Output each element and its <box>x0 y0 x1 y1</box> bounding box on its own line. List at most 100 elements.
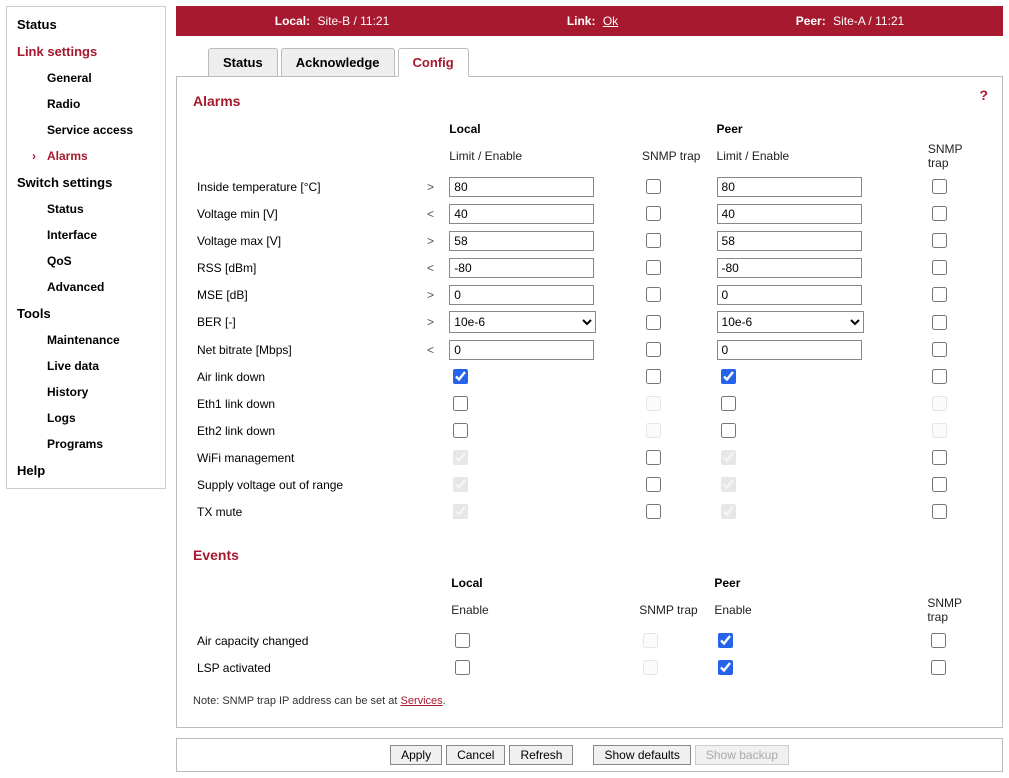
alarm-peer-snmp <box>932 423 947 438</box>
alarm-peer-input[interactable] <box>717 204 862 224</box>
tab[interactable]: Status <box>208 48 278 76</box>
alarm-peer-snmp[interactable] <box>932 342 947 357</box>
alarm-peer-snmp[interactable] <box>932 450 947 465</box>
sidebar-item[interactable]: Logs <box>7 405 165 431</box>
sidebar-item[interactable]: Alarms <box>7 143 165 169</box>
event-peer-snmp[interactable] <box>931 633 946 648</box>
sidebar-item[interactable]: General <box>7 65 165 91</box>
alarm-peer-input[interactable] <box>717 340 862 360</box>
alarm-local-input[interactable] <box>449 204 594 224</box>
sidebar-section[interactable]: Link settings <box>7 38 165 65</box>
alarm-local-snmp[interactable] <box>646 504 661 519</box>
alarm-label: Voltage min [V] <box>193 200 423 227</box>
alarm-peer-snmp <box>932 396 947 411</box>
alarm-peer-input[interactable] <box>717 258 862 278</box>
sidebar-item[interactable]: Advanced <box>7 274 165 300</box>
alarm-local-snmp[interactable] <box>646 450 661 465</box>
alarm-peer-snmp[interactable] <box>932 260 947 275</box>
alarm-label: WiFi management <box>193 444 423 471</box>
sidebar-item[interactable]: Programs <box>7 431 165 457</box>
alarm-peer-enable[interactable] <box>721 396 736 411</box>
alarm-label: Eth1 link down <box>193 390 423 417</box>
help-icon[interactable]: ? <box>979 87 988 103</box>
topbar-link-value[interactable]: Ok <box>603 14 618 28</box>
sidebar-section[interactable]: Help <box>7 457 165 484</box>
sidebar-item[interactable]: Radio <box>7 91 165 117</box>
cancel-button[interactable]: Cancel <box>446 745 505 765</box>
event-local-snmp <box>643 633 658 648</box>
alarm-local-snmp[interactable] <box>646 179 661 194</box>
alarm-local-enable[interactable] <box>453 423 468 438</box>
hdr-ev-snmp-l: SNMP trap <box>635 593 710 627</box>
sidebar-item[interactable]: Interface <box>7 222 165 248</box>
alarm-local-snmp <box>646 396 661 411</box>
alarm-peer-snmp[interactable] <box>932 233 947 248</box>
alarm-local-snmp[interactable] <box>646 287 661 302</box>
alarm-local-input[interactable] <box>449 231 594 251</box>
alarm-peer-snmp[interactable] <box>932 206 947 221</box>
apply-button[interactable]: Apply <box>390 745 442 765</box>
alarm-label: Eth2 link down <box>193 417 423 444</box>
alarm-operator: > <box>423 227 445 254</box>
sidebar-section[interactable]: Switch settings <box>7 169 165 196</box>
sidebar-item[interactable]: Status <box>7 196 165 222</box>
alarm-local-select[interactable]: 10e-6 <box>449 311 596 333</box>
alarm-peer-enable <box>721 450 736 465</box>
alarm-local-snmp[interactable] <box>646 260 661 275</box>
alarm-local-snmp[interactable] <box>646 342 661 357</box>
alarm-peer-snmp[interactable] <box>932 504 947 519</box>
alarm-peer-enable <box>721 477 736 492</box>
sidebar-item[interactable]: Live data <box>7 353 165 379</box>
alarm-peer-snmp[interactable] <box>932 477 947 492</box>
alarm-local-enable[interactable] <box>453 396 468 411</box>
hdr-ev-enable-p: Enable <box>710 593 923 627</box>
tab[interactable]: Config <box>398 48 469 77</box>
alarm-peer-input[interactable] <box>717 231 862 251</box>
alarm-local-input[interactable] <box>449 340 594 360</box>
refresh-button[interactable]: Refresh <box>509 745 573 765</box>
sidebar-section[interactable]: Status <box>7 11 165 38</box>
alarm-peer-enable[interactable] <box>721 369 736 384</box>
alarm-peer-input[interactable] <box>717 285 862 305</box>
event-peer-enable[interactable] <box>718 660 733 675</box>
sidebar-item[interactable]: Maintenance <box>7 327 165 353</box>
event-local-enable[interactable] <box>455 633 470 648</box>
alarm-peer-snmp[interactable] <box>932 287 947 302</box>
sidebar-item[interactable]: QoS <box>7 248 165 274</box>
alarm-local-enable <box>453 477 468 492</box>
event-peer-snmp[interactable] <box>931 660 946 675</box>
event-label: LSP activated <box>193 654 425 681</box>
hdr-snmp-local: SNMP trap <box>638 139 713 173</box>
config-panel: ? Alarms LocalPeerLimit / EnableSNMP tra… <box>176 76 1003 728</box>
sidebar-section[interactable]: Tools <box>7 300 165 327</box>
hdr-local: Local <box>445 119 638 139</box>
event-local-enable[interactable] <box>455 660 470 675</box>
alarm-local-snmp[interactable] <box>646 477 661 492</box>
event-label: Air capacity changed <box>193 627 425 654</box>
sidebar-item[interactable]: Service access <box>7 117 165 143</box>
alarm-local-input[interactable] <box>449 258 594 278</box>
alarm-peer-select[interactable]: 10e-6 <box>717 311 864 333</box>
alarm-peer-snmp[interactable] <box>932 179 947 194</box>
alarm-peer-enable[interactable] <box>721 423 736 438</box>
hdr-peer: Peer <box>713 119 924 139</box>
events-title: Events <box>193 547 986 563</box>
alarm-peer-snmp[interactable] <box>932 369 947 384</box>
event-peer-enable[interactable] <box>718 633 733 648</box>
alarm-local-enable[interactable] <box>453 369 468 384</box>
alarm-operator: < <box>423 200 445 227</box>
alarm-peer-snmp[interactable] <box>932 315 947 330</box>
alarm-local-snmp[interactable] <box>646 233 661 248</box>
alarm-local-snmp[interactable] <box>646 369 661 384</box>
alarm-local-snmp[interactable] <box>646 206 661 221</box>
alarm-local-input[interactable] <box>449 177 594 197</box>
show-defaults-button[interactable]: Show defaults <box>593 745 690 765</box>
alarm-operator <box>423 498 445 525</box>
sidebar-item[interactable]: History <box>7 379 165 405</box>
tab[interactable]: Acknowledge <box>281 48 395 76</box>
alarm-label: RSS [dBm] <box>193 254 423 281</box>
alarm-local-snmp[interactable] <box>646 315 661 330</box>
alarm-local-snmp <box>646 423 661 438</box>
alarm-peer-input[interactable] <box>717 177 862 197</box>
alarm-local-input[interactable] <box>449 285 594 305</box>
